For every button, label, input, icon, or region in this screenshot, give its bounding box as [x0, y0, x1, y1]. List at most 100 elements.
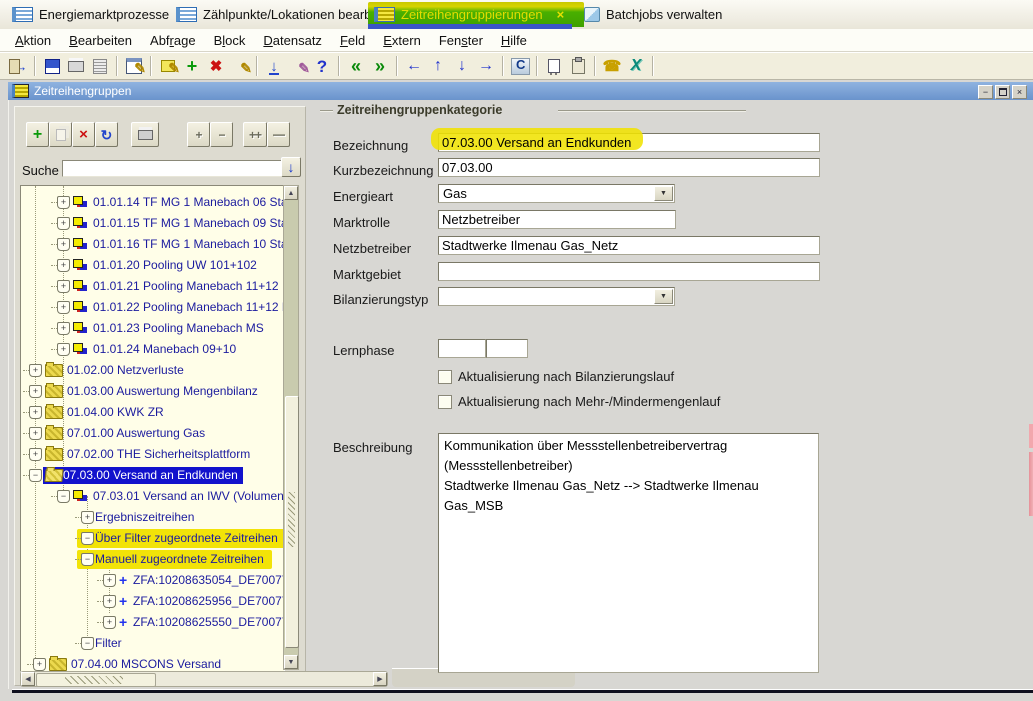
- edit-icon[interactable]: ✎: [286, 55, 310, 77]
- mindermengenlauf-checkbox[interactable]: [438, 395, 452, 409]
- window-shade-icon[interactable]: −: [978, 85, 993, 99]
- tree-item[interactable]: +ZFA:10208635054_DE70077298: [21, 571, 284, 591]
- tree-item[interactable]: +01.01.21 Pooling Manebach 11+12: [21, 277, 284, 297]
- next-block-icon[interactable]: »: [368, 55, 392, 77]
- tree-expander[interactable]: +: [29, 406, 42, 419]
- tree-item-selected[interactable]: −07.03.00 Versand an Endkunden: [21, 466, 284, 486]
- nav-down-icon[interactable]: ↓: [450, 55, 474, 77]
- bilanzierungstyp-combobox[interactable]: ▼: [438, 287, 675, 306]
- excel-export-icon[interactable]: X: [624, 55, 648, 77]
- tree-print-button[interactable]: [131, 122, 159, 147]
- tree-expander[interactable]: +: [33, 658, 46, 671]
- tree-item[interactable]: +01.01.22 Pooling Manebach 11+12 EIN: [21, 298, 284, 318]
- tree-expander[interactable]: −: [57, 490, 70, 503]
- query-find-icon[interactable]: ✎: [122, 55, 146, 77]
- tree-item[interactable]: +01.01.16 TF MG 1 Manebach 10 Station: [21, 235, 284, 255]
- window-close-icon[interactable]: ×: [1012, 85, 1027, 99]
- menu-extern[interactable]: Extern: [374, 33, 430, 48]
- tree-expander[interactable]: +: [57, 259, 70, 272]
- menu-feld[interactable]: Feld: [331, 33, 374, 48]
- tree-delete-button[interactable]: ×: [72, 122, 95, 147]
- tree-add-button[interactable]: +: [26, 122, 49, 147]
- tree-copy-button[interactable]: [49, 122, 72, 147]
- tree-item[interactable]: +07.01.00 Auswertung Gas: [21, 424, 284, 444]
- edit-query-icon[interactable]: ✎: [228, 55, 252, 77]
- marktrolle-field[interactable]: [438, 210, 676, 229]
- menu-hilfe[interactable]: Hilfe: [492, 33, 536, 48]
- bilanzierungslauf-checkbox[interactable]: [438, 370, 452, 384]
- tree-item[interactable]: +01.01.15 TF MG 1 Manebach 09 Station: [21, 214, 284, 234]
- report-icon[interactable]: [88, 55, 112, 77]
- horizontal-scroll-thumb[interactable]: [36, 673, 156, 687]
- tree-item[interactable]: +01.02.00 Netzverluste: [21, 361, 284, 381]
- scroll-left-icon[interactable]: ◀: [21, 672, 35, 686]
- tab-energiemarktprozesse[interactable]: Energiemarktprozesse: [6, 2, 176, 27]
- menu-aktion[interactable]: Aktion: [6, 33, 60, 48]
- enter-query-icon[interactable]: ✎: [156, 55, 180, 77]
- lernphase-field-2[interactable]: [486, 339, 528, 358]
- tree-item[interactable]: +ZFA:10208625956_DE70077298: [21, 592, 284, 612]
- window-restore-icon[interactable]: [995, 85, 1010, 99]
- tab-zaehlpunkte[interactable]: Zählpunkte/Lokationen bearb...: [170, 2, 378, 27]
- tree-expander[interactable]: +: [57, 217, 70, 230]
- energieart-combobox[interactable]: Gas ▼: [438, 184, 675, 203]
- tab-close-icon[interactable]: ×: [557, 7, 565, 22]
- tree-item[interactable]: +01.01.24 Manebach 09+10: [21, 340, 284, 360]
- window-title-bar[interactable]: Zeitreihengruppen: [8, 82, 1033, 100]
- tree-expander[interactable]: +: [103, 616, 116, 629]
- tree-item[interactable]: +01.04.00 KWK ZR: [21, 403, 284, 423]
- bezeichnung-field[interactable]: 07.03.00 Versand an Endkunden: [438, 133, 820, 152]
- delete-record-icon[interactable]: ✖: [204, 55, 228, 77]
- tree-expander[interactable]: −: [81, 553, 94, 566]
- tree-vertical-scrollbar[interactable]: ▲ ▼: [283, 185, 299, 670]
- print-icon[interactable]: [64, 55, 88, 77]
- tree-item[interactable]: +ZFA:10208625550_DE70077298: [21, 613, 284, 633]
- tree-expander[interactable]: −: [81, 532, 94, 545]
- kurzbezeichnung-field[interactable]: [438, 158, 820, 177]
- tree-expander[interactable]: +: [57, 322, 70, 335]
- tree-view[interactable]: +01.01.14 TF MG 1 Manebach 06 Station +0…: [20, 185, 285, 672]
- nav-up-icon[interactable]: ↑: [426, 55, 450, 77]
- beschreibung-textarea[interactable]: Kommunikation über Messstellenbetreiberv…: [438, 433, 819, 673]
- tree-item[interactable]: +01.01.20 Pooling UW 101+102: [21, 256, 284, 276]
- tree-item[interactable]: +01.03.00 Auswertung Mengenbilanz: [21, 382, 284, 402]
- tree-expander[interactable]: +: [103, 574, 116, 587]
- menu-bearbeiten[interactable]: Bearbeiten: [60, 33, 141, 48]
- tree-refresh-button[interactable]: ↻: [95, 122, 118, 147]
- document-icon[interactable]: [542, 55, 566, 77]
- previous-block-icon[interactable]: «: [344, 55, 368, 77]
- tree-item-highlighted[interactable]: −Über Filter zugeordnete Zeitreihen: [21, 529, 284, 549]
- search-input[interactable]: [62, 160, 282, 177]
- scroll-down-icon[interactable]: ▼: [284, 655, 298, 669]
- scroll-up-icon[interactable]: ▲: [284, 186, 298, 200]
- menu-fenster[interactable]: Fenster: [430, 33, 492, 48]
- tree-item[interactable]: −07.03.01 Versand an IWV (Volumen): [21, 487, 284, 507]
- tree-item[interactable]: +01.01.14 TF MG 1 Manebach 06 Station: [21, 193, 284, 213]
- tree-expander[interactable]: −: [29, 469, 42, 482]
- chevron-down-icon[interactable]: ▼: [654, 289, 673, 304]
- tree-expander[interactable]: +: [57, 196, 70, 209]
- tree-expander[interactable]: +: [29, 448, 42, 461]
- tree-expander[interactable]: +: [29, 364, 42, 377]
- tree-collapse-all-button[interactable]: −−: [267, 122, 290, 147]
- chevron-down-icon[interactable]: ▼: [654, 186, 673, 201]
- tree-item[interactable]: +Ergebniszeitreihen: [21, 508, 284, 528]
- tree-item[interactable]: +01.01.23 Pooling Manebach MS: [21, 319, 284, 339]
- vertical-scroll-thumb[interactable]: [285, 396, 299, 648]
- scroll-right-icon[interactable]: ▶: [373, 672, 387, 686]
- clipboard-icon[interactable]: [566, 55, 590, 77]
- tree-item-highlighted[interactable]: −Manuell zugeordnete Zeitreihen: [21, 550, 284, 570]
- insert-record-icon[interactable]: +: [180, 55, 204, 77]
- tree-expander[interactable]: +: [57, 280, 70, 293]
- tree-expander[interactable]: +: [57, 343, 70, 356]
- help-icon[interactable]: ?: [310, 55, 334, 77]
- tree-expander[interactable]: −: [81, 637, 94, 650]
- tree-expander[interactable]: +: [57, 238, 70, 251]
- menu-block[interactable]: Block: [205, 33, 255, 48]
- app-logo-icon[interactable]: C: [508, 55, 532, 77]
- save-icon[interactable]: [40, 55, 64, 77]
- download-icon[interactable]: ↓: [262, 55, 286, 77]
- tree-expander[interactable]: +: [29, 385, 42, 398]
- tab-batchjobs[interactable]: Batchjobs verwalten: [578, 2, 750, 27]
- tree-horizontal-scrollbar[interactable]: ◀ ▶: [20, 671, 388, 687]
